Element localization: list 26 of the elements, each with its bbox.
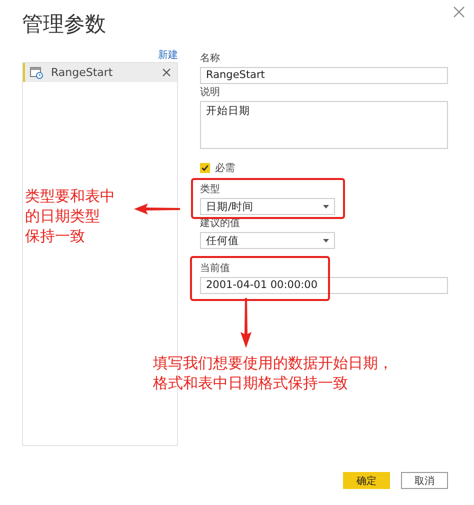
- dialog-title: 管理参数: [22, 11, 107, 38]
- cancel-button[interactable]: 取消: [401, 472, 448, 489]
- parameter-name: RangeStart: [51, 66, 114, 79]
- checkbox-label: 必需: [215, 162, 235, 175]
- annotation-text: 类型要和表中 的日期类型 保持一致: [25, 186, 115, 246]
- required-checkbox[interactable]: [200, 163, 210, 173]
- new-link[interactable]: 新建: [158, 50, 178, 62]
- parameter-item[interactable]: RangeStart: [23, 63, 177, 82]
- delete-icon[interactable]: [162, 68, 171, 77]
- annotation-text: 填写我们想要使用的数据开始日期， 格式和表中日期格式保持一致: [153, 353, 393, 393]
- field-label: 类型: [200, 184, 221, 196]
- calendar-clock-icon: [30, 66, 43, 78]
- name-field[interactable]: RangeStart: [200, 67, 448, 84]
- field-label: 当前值: [200, 263, 231, 275]
- caret-icon: [323, 204, 329, 208]
- current-value-field[interactable]: 2001-04-01 00:00:00: [200, 277, 448, 294]
- description-field[interactable]: 开始日期: [200, 101, 448, 149]
- arrow-left: [134, 203, 180, 215]
- arrow-down: [240, 298, 252, 348]
- field-label: 说明: [200, 87, 221, 99]
- suggested-values-dropdown[interactable]: 任何值: [200, 232, 335, 249]
- caret-icon: [323, 238, 329, 242]
- close-icon[interactable]: [453, 6, 465, 18]
- ok-button[interactable]: 确定: [343, 472, 390, 489]
- type-dropdown[interactable]: 日期/时间: [200, 198, 335, 215]
- field-label: 名称: [200, 53, 221, 65]
